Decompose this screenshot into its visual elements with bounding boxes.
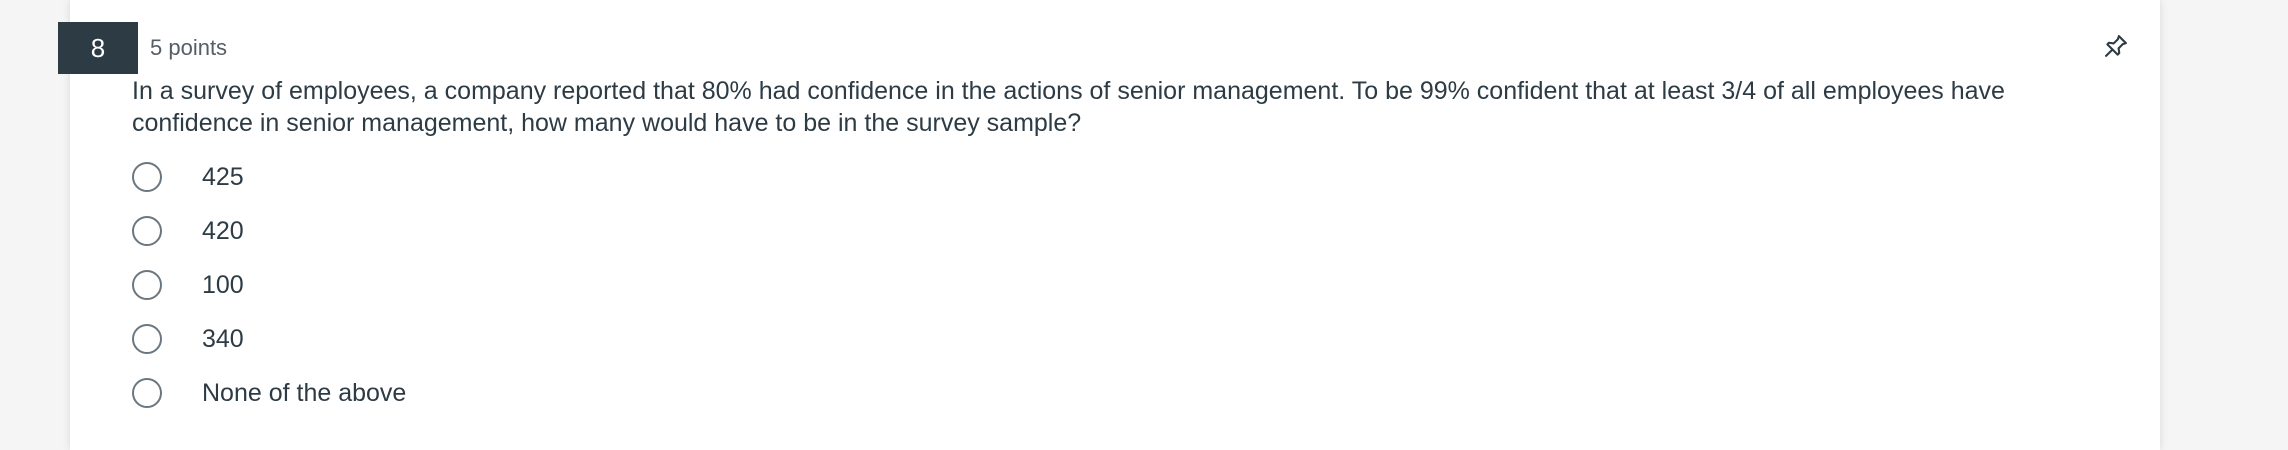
radio-button[interactable] [132,162,162,192]
answer-label: 420 [202,217,244,245]
pin-button[interactable] [2098,28,2134,64]
radio-button[interactable] [132,378,162,408]
question-points: 5 points [150,35,228,60]
answer-option-4[interactable]: 340 [132,312,406,366]
radio-button[interactable] [132,324,162,354]
answer-label: 425 [202,163,244,191]
answer-label: 340 [202,325,244,353]
pin-icon [2105,35,2127,57]
answer-label: None of the above [202,379,407,407]
answer-option-2[interactable]: 420 [132,204,406,258]
answer-option-3[interactable]: 100 [132,258,406,312]
answer-option-1[interactable]: 425 [132,150,406,204]
radio-button[interactable] [132,216,162,246]
answer-list: 425 420 100 340 None of the above [132,150,406,420]
question-number-badge: 8 [58,22,138,74]
question-text: In a survey of employees, a company repo… [132,77,2005,137]
question-number: 8 [90,32,106,63]
answer-label: 100 [202,271,244,299]
answer-option-5[interactable]: None of the above [132,366,406,420]
quiz-page: 8 5 points In a survey of employees, a c… [0,0,2288,450]
radio-button[interactable] [132,270,162,300]
